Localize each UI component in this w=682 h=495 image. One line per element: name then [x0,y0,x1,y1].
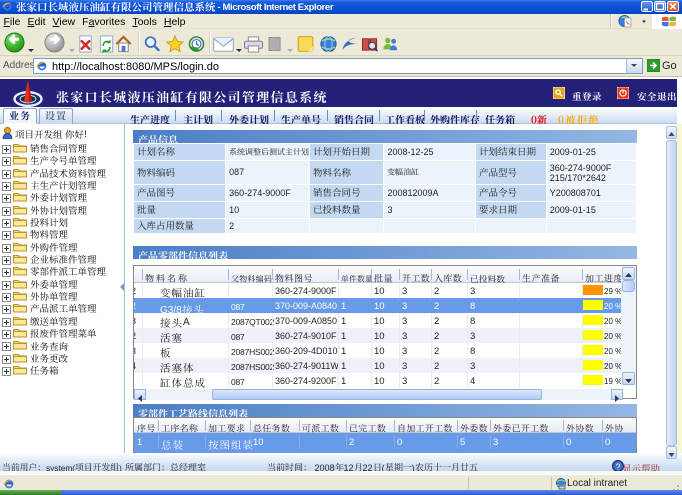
svg-text:?: ? [616,462,621,472]
